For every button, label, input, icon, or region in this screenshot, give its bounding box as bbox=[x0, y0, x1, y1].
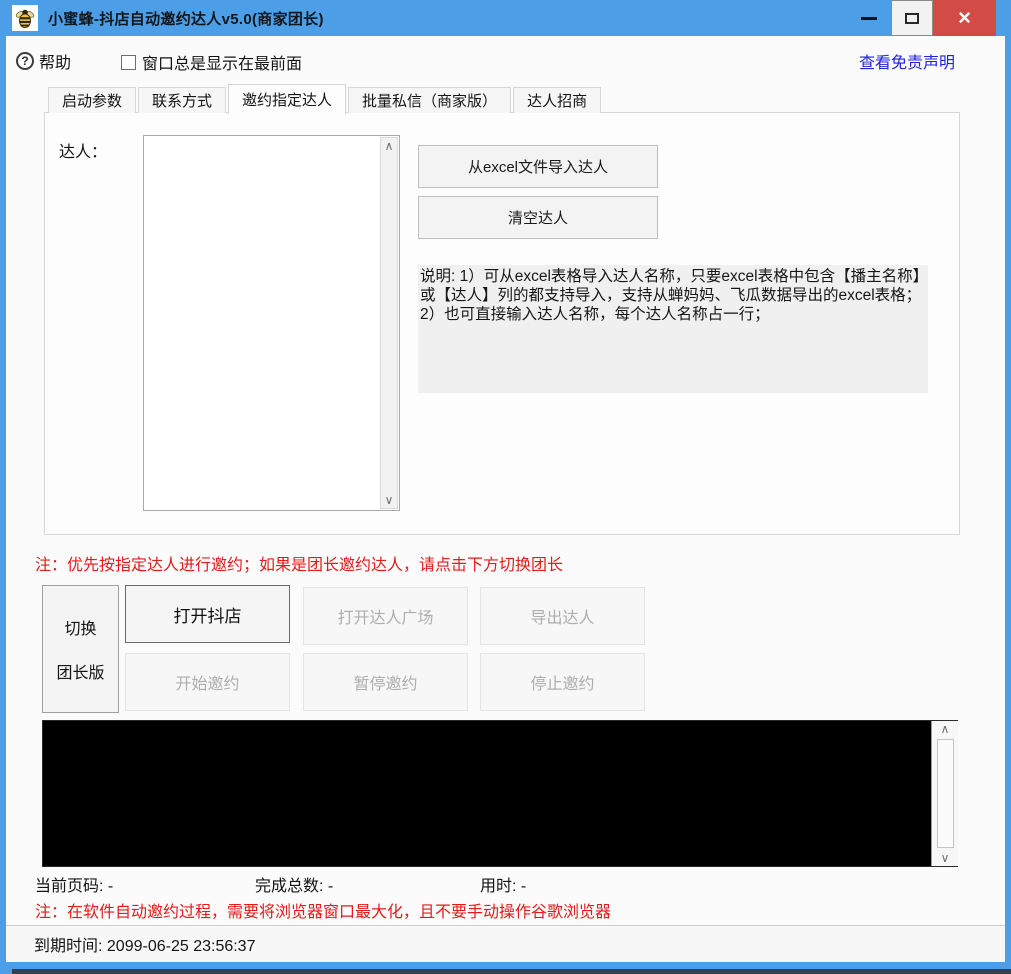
status-row: 当前页码: - 完成总数: - 用时: - bbox=[6, 872, 1005, 894]
elapsed-time-status: 用时: - bbox=[480, 872, 526, 896]
maximize-icon bbox=[905, 13, 919, 24]
app-window: 小蜜蜂-抖店自动邀约达人v5.0(商家团长) × ? 帮助 窗口总是显示在最前面… bbox=[0, 0, 1011, 974]
maximize-button[interactable] bbox=[891, 0, 933, 36]
tab-daren-recruit[interactable]: 达人招商 bbox=[513, 87, 601, 113]
disclaimer-link[interactable]: 查看免责声明 bbox=[859, 49, 955, 73]
scroll-up-icon[interactable]: ∧ bbox=[381, 138, 397, 154]
log-scroll-up-icon[interactable]: ∧ bbox=[932, 721, 958, 737]
start-invite-button[interactable]: 开始邀约 bbox=[125, 653, 290, 711]
window-title: 小蜜蜂-抖店自动邀约达人v5.0(商家团长) bbox=[48, 8, 324, 29]
scroll-down-icon[interactable]: ∨ bbox=[381, 492, 397, 508]
help-icon: ? bbox=[16, 52, 34, 70]
log-output bbox=[42, 720, 958, 867]
minimize-icon bbox=[861, 17, 877, 20]
browser-warning-note: 注：在软件自动邀约过程，需要将浏览器窗口最大化，且不要手动操作谷歌浏览器 bbox=[35, 898, 611, 922]
switch-leader-line2: 团长版 bbox=[56, 659, 104, 683]
tab-panel: 达人： ∧ ∨ 从excel文件导入达人 清空达人 说明: 1）可从excel表… bbox=[44, 112, 960, 535]
log-scrollbar[interactable]: ∧ ∨ bbox=[931, 721, 958, 866]
tab-launch-params[interactable]: 启动参数 bbox=[48, 87, 136, 113]
tab-invite-specified-daren[interactable]: 邀约指定达人 bbox=[228, 84, 346, 114]
expire-time-label: 到期时间: bbox=[34, 938, 107, 955]
help-label: 帮助 bbox=[39, 49, 71, 73]
title-bar: 小蜜蜂-抖店自动邀约达人v5.0(商家团长) × bbox=[0, 0, 1011, 36]
tab-bar: 启动参数 联系方式 邀约指定达人 批量私信（商家版） 达人招商 bbox=[48, 84, 603, 113]
bee-icon bbox=[14, 7, 36, 29]
priority-note: 注：优先按指定达人进行邀约；如果是团长邀约达人，请点击下方切换团长 bbox=[35, 551, 563, 575]
current-page-label: 当前页码: bbox=[35, 878, 108, 895]
export-daren-button[interactable]: 导出达人 bbox=[480, 587, 645, 645]
close-icon: × bbox=[958, 5, 971, 31]
help-button[interactable]: ? 帮助 bbox=[16, 49, 71, 73]
client-area: ? 帮助 窗口总是显示在最前面 查看免责声明 启动参数 联系方式 邀约指定达人 … bbox=[6, 36, 1005, 962]
expire-time: 到期时间: 2099-06-25 23:56:37 bbox=[34, 932, 255, 956]
topmost-checkbox-label: 窗口总是显示在最前面 bbox=[142, 50, 302, 74]
switch-leader-line1: 切换 bbox=[64, 615, 96, 639]
expire-time-value: 2099-06-25 23:56:37 bbox=[107, 938, 256, 955]
import-from-excel-button[interactable]: 从excel文件导入达人 bbox=[418, 145, 658, 188]
tab-bulk-message-merchant[interactable]: 批量私信（商家版） bbox=[348, 87, 511, 113]
current-page-value: - bbox=[108, 878, 113, 895]
clear-daren-button[interactable]: 清空达人 bbox=[418, 196, 658, 239]
checkbox-icon bbox=[121, 55, 136, 70]
close-button[interactable]: × bbox=[933, 0, 996, 36]
elapsed-time-value: - bbox=[521, 878, 526, 895]
tab-contact-method[interactable]: 联系方式 bbox=[138, 87, 226, 113]
completed-total-label: 完成总数: bbox=[255, 878, 328, 895]
open-daren-plaza-button[interactable]: 打开达人广场 bbox=[303, 587, 468, 645]
status-bar: 到期时间: 2099-06-25 23:56:37 bbox=[6, 925, 1005, 962]
topmost-checkbox[interactable]: 窗口总是显示在最前面 bbox=[121, 50, 302, 74]
window-shadow bbox=[12, 969, 1011, 974]
minimize-button[interactable] bbox=[846, 0, 891, 36]
app-icon bbox=[12, 5, 38, 31]
import-instructions-text: 说明: 1）可从excel表格导入达人名称，只要excel表格中包含【播主名称】… bbox=[418, 265, 928, 393]
textarea-scrollbar[interactable]: ∧ ∨ bbox=[380, 137, 398, 509]
completed-total-status: 完成总数: - bbox=[255, 872, 333, 896]
window-controls: × bbox=[846, 0, 996, 36]
stop-invite-button[interactable]: 停止邀约 bbox=[480, 653, 645, 711]
daren-textarea[interactable]: ∧ ∨ bbox=[143, 135, 400, 511]
daren-label: 达人： bbox=[59, 138, 107, 162]
completed-total-value: - bbox=[328, 878, 333, 895]
current-page-status: 当前页码: - bbox=[35, 872, 113, 896]
log-scroll-track[interactable] bbox=[937, 739, 954, 848]
open-douyin-shop-button[interactable]: 打开抖店 bbox=[125, 585, 290, 643]
switch-leader-version-button[interactable]: 切换 团长版 bbox=[42, 585, 119, 713]
elapsed-time-label: 用时: bbox=[480, 878, 521, 895]
log-scroll-down-icon[interactable]: ∨ bbox=[932, 850, 958, 866]
pause-invite-button[interactable]: 暂停邀约 bbox=[303, 653, 468, 711]
